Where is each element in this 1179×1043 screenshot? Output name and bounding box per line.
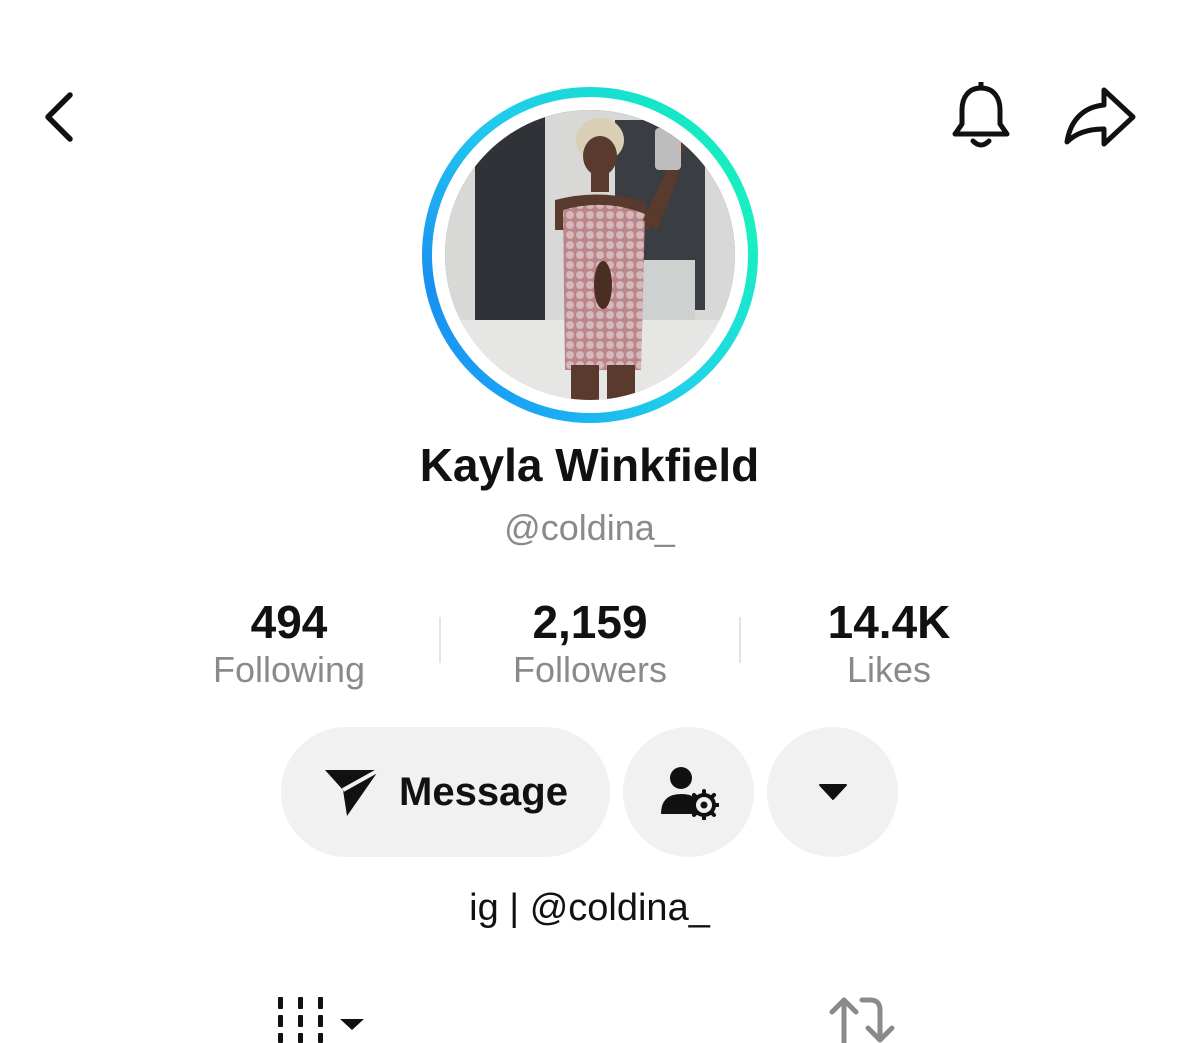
send-icon: [325, 768, 380, 816]
stat-likes: 14.4K Likes: [739, 595, 1039, 691]
bio-text: ig | @coldina_: [469, 887, 710, 929]
more-options-button[interactable]: [767, 727, 898, 857]
chevron-left-icon: [45, 92, 73, 142]
bell-icon: [952, 82, 1010, 148]
grid-icon: [278, 997, 364, 1043]
display-name: Kayla Winkfield: [419, 439, 760, 491]
likes-label: Likes: [846, 649, 932, 690]
share-arrow-icon: [1064, 87, 1136, 147]
avatar-ring[interactable]: [422, 87, 758, 423]
followers-count: 2,159: [532, 596, 648, 648]
person-settings-button[interactable]: [623, 727, 754, 857]
likes-count: 14.4K: [827, 596, 951, 648]
avatar: [445, 110, 735, 400]
tab-videos-grid[interactable]: [270, 990, 370, 1043]
share-button[interactable]: [1058, 78, 1142, 156]
repost-icon: [829, 997, 895, 1043]
following-label: Following: [212, 649, 366, 690]
caret-down-icon: [818, 784, 847, 800]
profile-page: Kayla Winkfield @coldina_ 494 Following …: [0, 0, 1179, 1043]
stat-following[interactable]: 494 Following: [139, 595, 439, 691]
stat-followers[interactable]: 2,159 Followers: [440, 595, 740, 691]
username-handle: @coldina_: [504, 507, 675, 548]
notification-bell-button[interactable]: [942, 78, 1020, 156]
following-count: 494: [250, 596, 328, 648]
tab-reposts[interactable]: [822, 990, 902, 1043]
avatar-photo: [445, 110, 735, 400]
followers-label: Followers: [512, 649, 668, 690]
message-button[interactable]: Message: [281, 727, 610, 857]
message-label: Message: [399, 769, 568, 814]
back-button[interactable]: [30, 82, 90, 152]
person-settings-icon: [660, 767, 719, 820]
